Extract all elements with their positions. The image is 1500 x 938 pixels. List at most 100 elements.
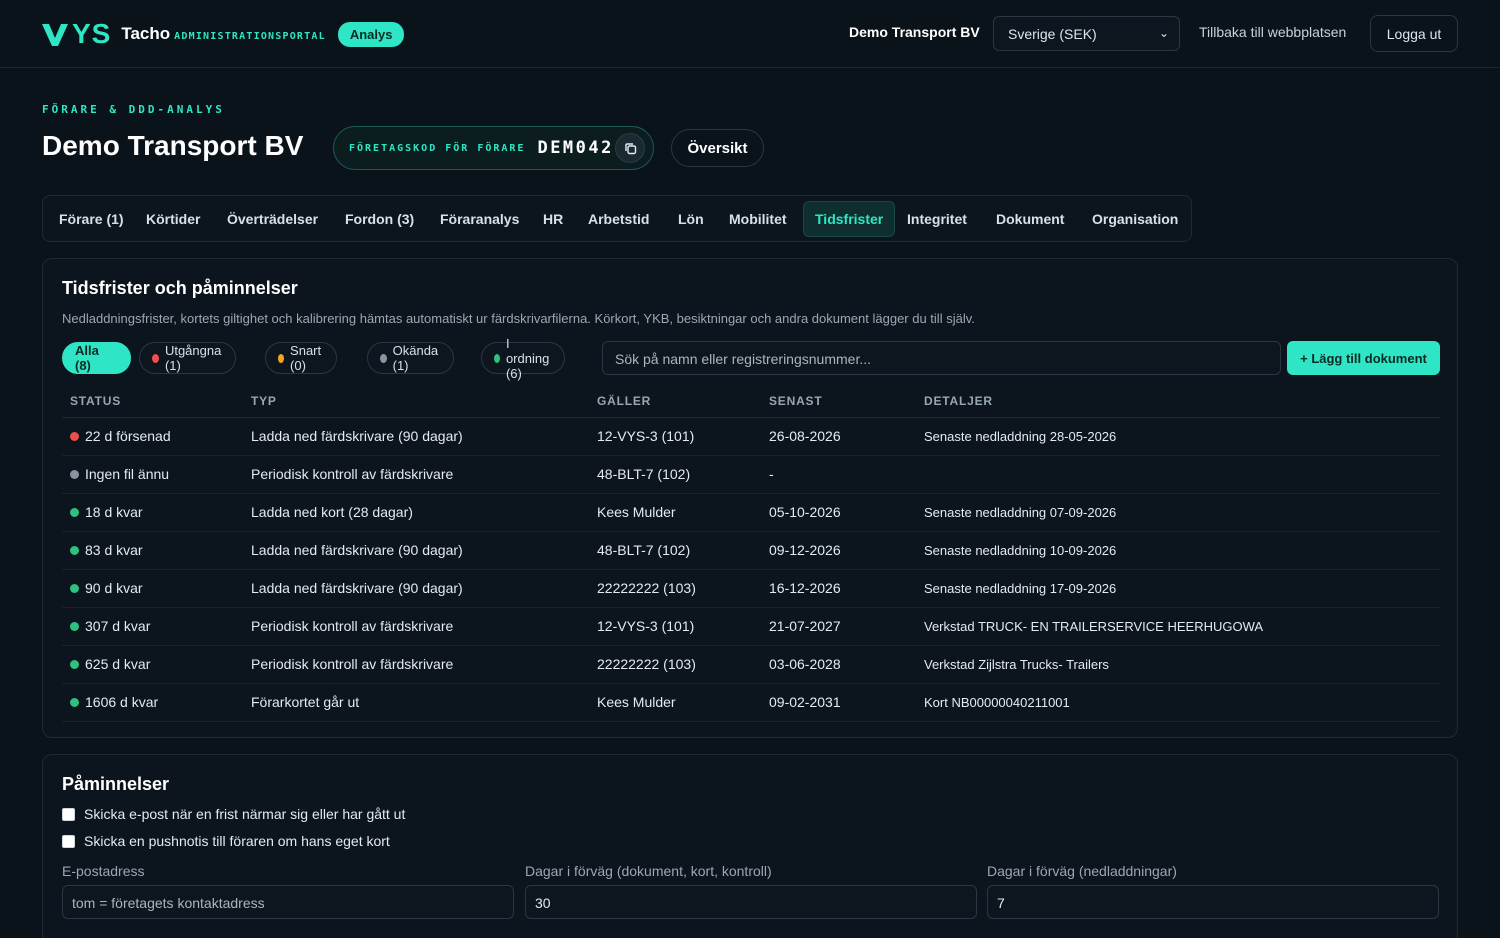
tab-tidsfrister[interactable]: Tidsfrister — [803, 201, 896, 237]
column-header-status[interactable]: STATUS — [62, 385, 243, 418]
type-cell: Periodisk kontroll av färdskrivare — [243, 455, 589, 494]
status-text: 1606 d kvar — [85, 694, 159, 710]
status-dot-icon — [70, 432, 79, 441]
company-code-pill: FÖRETAGSKOD FÖR FÖRARE DEM042 — [333, 126, 654, 170]
type-cell: Ladda ned färdskrivare (90 dagar) — [243, 531, 589, 570]
overview-button[interactable]: Översikt — [671, 129, 764, 167]
status-dot-icon — [70, 546, 79, 555]
reminders-title: Påminnelser — [62, 774, 170, 794]
status-text: 90 d kvar — [85, 580, 143, 596]
back-to-website-link[interactable]: Tillbaka till webbplatsen — [1199, 24, 1346, 40]
type-cell: Periodisk kontroll av färdskrivare — [243, 645, 589, 684]
status-cell: 625 d kvar — [62, 645, 243, 684]
logo-mark-icon — [40, 20, 70, 48]
email-reminder-option[interactable]: Skicka e-post när en frist närmar sig el… — [62, 806, 405, 822]
tab-lon[interactable]: Lön — [678, 196, 704, 241]
tab-dokument[interactable]: Dokument — [996, 196, 1064, 241]
filter-chip-unknown[interactable]: Okända (1) — [367, 342, 454, 374]
deadlines-title: Tidsfrister och påminnelser — [62, 278, 298, 298]
tab-arbetstid[interactable]: Arbetstid — [588, 196, 649, 241]
status-text: Ingen fil ännu — [85, 466, 170, 482]
company-code-label: FÖRETAGSKOD FÖR FÖRARE — [349, 142, 526, 154]
filter-chip-soon[interactable]: Snart (0) — [265, 342, 338, 374]
table-row[interactable]: 1606 d kvar Förarkortet går ut Kees Mulder… — [62, 683, 1440, 722]
details-cell: Senaste nedladdning 07-09-2026 — [916, 493, 1440, 532]
table-row[interactable]: 307 d kvar Periodisk kontroll av färdskri… — [62, 607, 1440, 646]
filter-chip-ok[interactable]: I ordning (6) — [481, 336, 566, 381]
tab-hr[interactable]: HR — [543, 196, 563, 241]
filter-chip-label: Alla (8) — [75, 343, 99, 373]
applies-cell: 48-BLT-7 (102) — [589, 455, 761, 494]
push-reminder-option[interactable]: Skicka en pushnotis till föraren om hans… — [62, 833, 390, 849]
green-dot-icon — [494, 353, 500, 363]
days-downloads-field[interactable]: 7 — [987, 885, 1439, 919]
deadlines-card: Tidsfrister och påminnelser Nedladdnings… — [42, 258, 1458, 738]
page-title: Demo Transport BV — [42, 130, 304, 161]
filter-chip-label: Snart (0) — [290, 343, 322, 373]
applies-cell: 48-BLT-7 (102) — [589, 531, 761, 570]
days-docs-label: Dagar i förväg (dokument, kort, kontroll… — [525, 863, 772, 879]
type-cell: Ladda ned kort (28 dagar) — [243, 493, 589, 532]
table-row[interactable]: 18 d kvar Ladda ned kort (28 dagar) Kees M… — [62, 493, 1440, 532]
status-dot-icon — [70, 622, 79, 631]
latest-cell: - — [761, 455, 916, 494]
filter-chip-all[interactable]: Alla (8) — [62, 342, 131, 374]
table-row[interactable]: 90 d kvar Ladda ned färdskrivare (90 daga… — [62, 569, 1440, 608]
email-field-label: E-postadress — [62, 863, 145, 879]
country-select[interactable]: Sverige (SEK) ⌄ — [993, 16, 1180, 51]
main-tabs: Förare (1) Körtider Överträdelser Fordon… — [42, 195, 1192, 242]
country-select-value: Sverige (SEK) — [1008, 26, 1097, 42]
add-document-button[interactable]: + Lägg till dokument — [1287, 341, 1440, 375]
push-reminder-checkbox[interactable] — [62, 834, 75, 848]
tab-integritet[interactable]: Integritet — [907, 196, 967, 241]
status-cell: 1606 d kvar — [62, 683, 243, 722]
filter-chip-label: I ordning (6) — [505, 335, 550, 381]
table-row[interactable]: 83 d kvar Ladda ned färdskrivare (90 daga… — [62, 531, 1440, 570]
status-cell: 83 d kvar — [62, 531, 243, 570]
column-header-latest[interactable]: SENAST — [761, 385, 916, 418]
tab-organisation[interactable]: Organisation — [1092, 196, 1178, 241]
filter-chip-expired[interactable]: Utgångna (1) — [139, 342, 237, 374]
column-header-type[interactable]: TYP — [243, 385, 589, 418]
logout-button[interactable]: Logga ut — [1370, 15, 1458, 52]
latest-cell: 21-07-2027 — [761, 607, 916, 646]
column-header-applies[interactable]: GÄLLER — [589, 385, 761, 418]
details-cell: Senaste nedladdning 10-09-2026 — [916, 531, 1440, 570]
tab-kortider[interactable]: Körtider — [146, 196, 200, 241]
tab-forare[interactable]: Förare (1) — [59, 196, 124, 241]
tab-overtradelser[interactable]: Överträdelser — [227, 196, 318, 241]
status-dot-icon — [70, 698, 79, 707]
status-text: 307 d kvar — [85, 618, 151, 634]
details-cell: Verkstad TRUCK- EN TRAILERSERVICE HEERHU… — [916, 607, 1440, 646]
tab-fordon[interactable]: Fordon (3) — [345, 196, 414, 241]
table-row[interactable]: Ingen fil ännu Periodisk kontroll av färd… — [62, 455, 1440, 494]
table-row[interactable]: 625 d kvar Periodisk kontroll av färdskri… — [62, 645, 1440, 684]
applies-cell: 22222222 (103) — [589, 645, 761, 684]
column-header-details[interactable]: DETALJER — [916, 385, 1440, 418]
deadlines-table: STATUS TYP GÄLLER SENAST DETALJER 22 d f… — [62, 385, 1440, 722]
latest-cell: 16-12-2026 — [761, 569, 916, 608]
logo[interactable]: YS Tacho ADMINISTRATIONSPORTAL Analys — [40, 18, 405, 50]
copy-icon[interactable] — [615, 133, 645, 163]
table-header-row: STATUS TYP GÄLLER SENAST DETALJER — [62, 385, 1440, 418]
app-subtitle: ADMINISTRATIONSPORTAL — [174, 30, 326, 42]
applies-cell: Kees Mulder — [589, 683, 761, 722]
search-input[interactable]: Sök på namn eller registreringsnummer... — [602, 341, 1281, 375]
top-navbar: YS Tacho ADMINISTRATIONSPORTAL Analys De… — [0, 0, 1500, 68]
applies-cell: Kees Mulder — [589, 493, 761, 532]
days-downloads-label: Dagar i förväg (nedladdningar) — [987, 863, 1177, 879]
email-reminder-checkbox[interactable] — [62, 807, 75, 821]
table-row[interactable]: 22 d försenad Ladda ned färdskrivare (90 … — [62, 417, 1440, 456]
latest-cell: 05-10-2026 — [761, 493, 916, 532]
status-cell: 22 d försenad — [62, 417, 243, 456]
gray-dot-icon — [380, 353, 387, 363]
email-field[interactable]: tom = företagets kontaktadress — [62, 885, 514, 919]
details-cell: Senaste nedladdning 17-09-2026 — [916, 569, 1440, 608]
days-docs-field[interactable]: 30 — [525, 885, 977, 919]
chevron-down-icon: ⌄ — [1158, 26, 1169, 40]
tab-foraranalys[interactable]: Föraranalys — [440, 196, 519, 241]
reminders-card: Påminnelser Skicka e-post när en frist n… — [42, 754, 1458, 938]
type-cell: Ladda ned färdskrivare (90 dagar) — [243, 569, 589, 608]
type-cell: Ladda ned färdskrivare (90 dagar) — [243, 417, 589, 456]
tab-mobilitet[interactable]: Mobilitet — [729, 196, 787, 241]
